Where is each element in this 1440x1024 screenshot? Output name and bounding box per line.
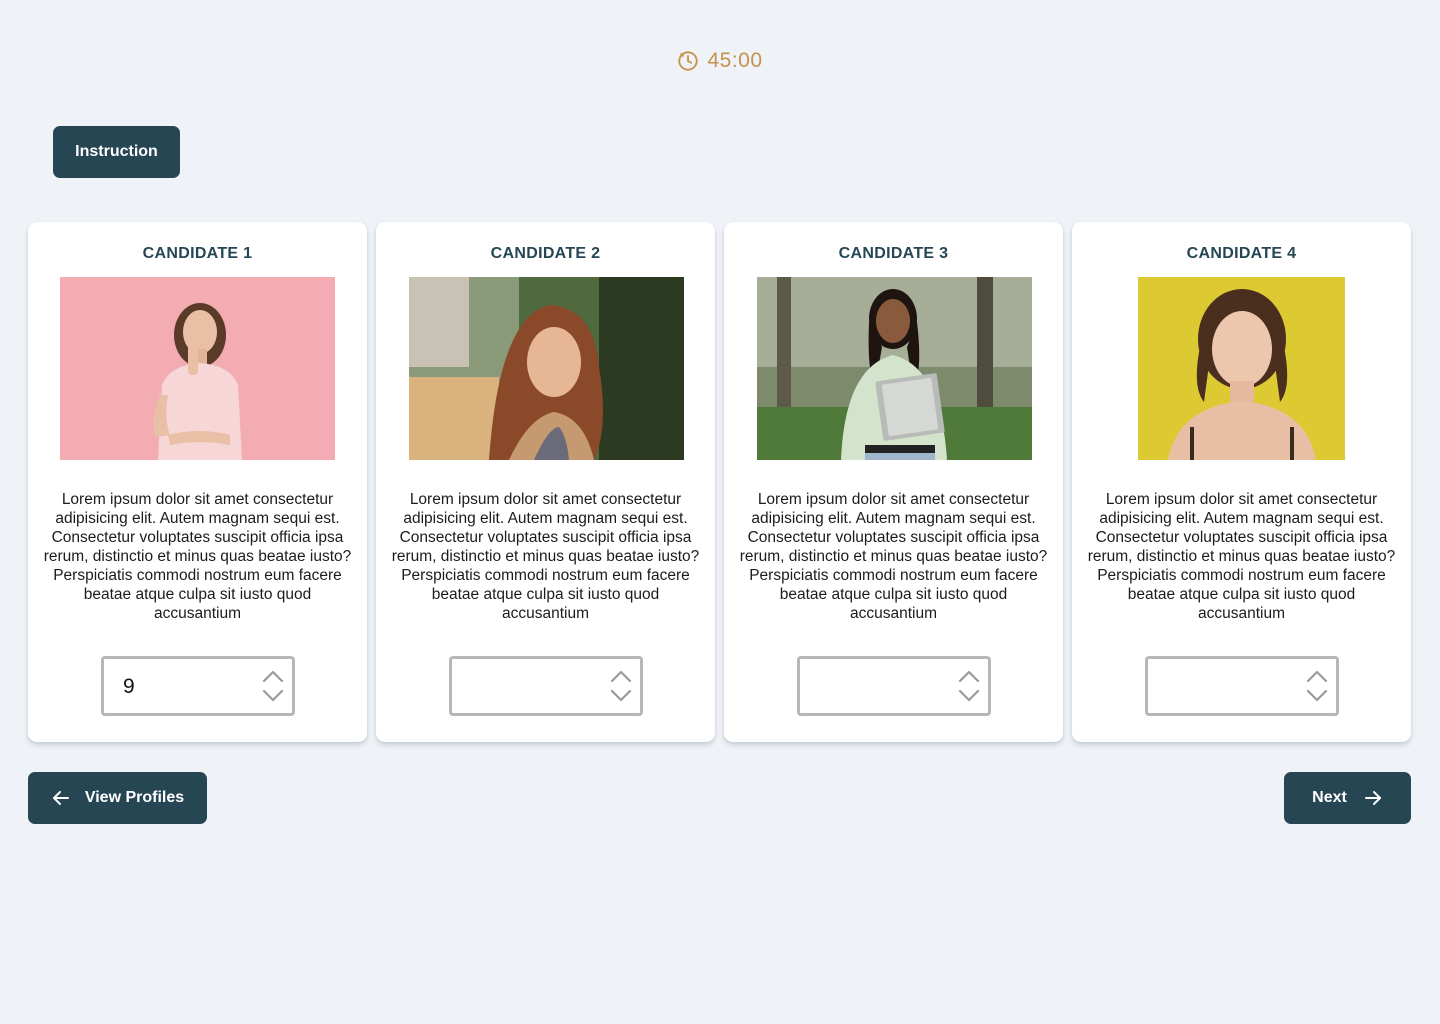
timer-value: 45:00 [707,49,763,72]
number-spinner[interactable] [1306,669,1328,703]
rank-input-value: 9 [123,675,135,698]
candidate-description: Lorem ipsum dolor sit amet consectetur a… [43,491,352,622]
candidate-description: Lorem ipsum dolor sit amet consectetur a… [739,491,1048,622]
number-spinner[interactable] [262,669,284,703]
candidate-photo [409,277,684,460]
arrow-left-icon [51,788,71,808]
instruction-button-label: Instruction [75,143,158,160]
candidate-photo [1138,277,1345,460]
chevron-down-icon[interactable] [958,689,980,703]
rank-number-input[interactable]: 9 [101,656,295,716]
chevron-down-icon[interactable] [610,689,632,703]
candidate-title: CANDIDATE 3 [838,245,949,262]
candidate-photo [60,277,335,460]
chevron-up-icon[interactable] [610,669,632,683]
view-profiles-button[interactable]: View Profiles [28,772,207,824]
number-spinner[interactable] [958,669,980,703]
next-button[interactable]: Next [1284,772,1411,824]
chevron-up-icon[interactable] [958,669,980,683]
rank-number-input[interactable] [449,656,643,716]
candidate-description: Lorem ipsum dolor sit amet consectetur a… [391,491,700,622]
chevron-up-icon[interactable] [1306,669,1328,683]
arrow-right-icon [1363,788,1383,808]
candidate-photo [757,277,1032,460]
candidate-description: Lorem ipsum dolor sit amet consectetur a… [1087,491,1396,622]
candidate-card-3: CANDIDATE 3 Lorem ipsum dolor sit amet c… [724,222,1063,742]
view-profiles-label: View Profiles [84,789,185,806]
chevron-down-icon[interactable] [1306,689,1328,703]
candidate-title: CANDIDATE 4 [1186,245,1297,262]
chevron-up-icon[interactable] [262,669,284,683]
number-spinner[interactable] [610,669,632,703]
countdown-timer: 45:00 [0,49,1440,73]
candidate-title: CANDIDATE 2 [490,245,601,262]
rank-number-input[interactable] [797,656,991,716]
candidate-card-1: CANDIDATE 1 Lorem ipsum dolor sit amet c… [28,222,367,742]
instruction-button[interactable]: Instruction [53,126,180,178]
clock-icon [677,50,699,72]
rank-number-input[interactable] [1145,656,1339,716]
chevron-down-icon[interactable] [262,689,284,703]
candidate-card-4: CANDIDATE 4 Lorem ipsum dolor sit amet c… [1072,222,1411,742]
candidate-card-2: CANDIDATE 2 Lorem ipsum dolor sit amet c… [376,222,715,742]
candidate-title: CANDIDATE 1 [142,245,253,262]
next-label: Next [1312,789,1347,806]
